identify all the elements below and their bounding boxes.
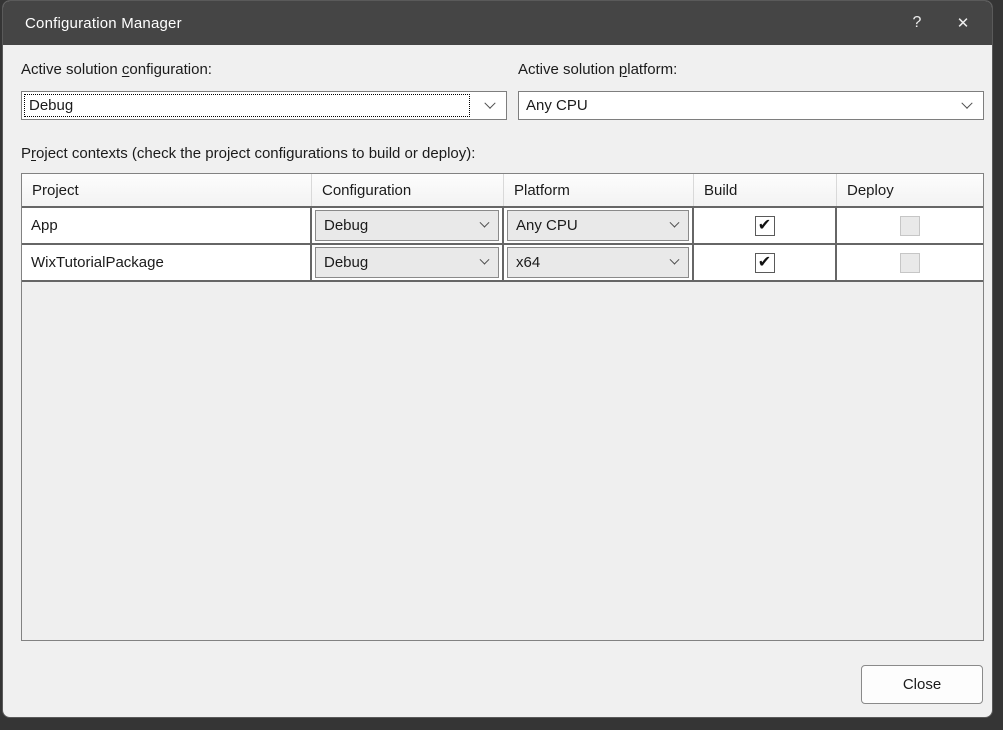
active-solution-configuration-label: Active solution configuration:	[21, 61, 212, 78]
column-header-build[interactable]: Build	[694, 174, 837, 206]
active-solution-configuration-value: Debug	[22, 97, 474, 114]
chevron-down-icon	[479, 255, 489, 265]
window-title: Configuration Manager	[3, 15, 894, 32]
dropdown-button[interactable]	[660, 248, 688, 277]
dropdown-button[interactable]	[470, 248, 498, 277]
chevron-down-icon	[669, 255, 679, 265]
project-name-cell[interactable]: WixTutorialPackage	[22, 245, 312, 280]
project-contexts-label: Project contexts (check the project conf…	[21, 145, 475, 162]
deploy-checkbox	[900, 253, 920, 273]
configuration-cell: Debug	[312, 208, 504, 243]
grid-header-row: Project Configuration Platform Build Dep…	[22, 174, 983, 208]
row-configuration-combobox[interactable]: Debug	[315, 247, 499, 278]
dropdown-button[interactable]	[951, 92, 983, 119]
window-close-button[interactable]: ✕	[940, 1, 986, 45]
project-name-cell[interactable]: App	[22, 208, 312, 243]
active-solution-configuration-combobox[interactable]: Debug	[21, 91, 507, 120]
chevron-down-icon	[669, 218, 679, 228]
deploy-cell	[837, 245, 983, 280]
close-button[interactable]: Close	[861, 665, 983, 704]
table-row: WixTutorialPackage Debug x64 ✔	[22, 245, 983, 282]
row-platform-combobox[interactable]: Any CPU	[507, 210, 689, 241]
column-header-deploy[interactable]: Deploy	[837, 174, 983, 206]
build-cell: ✔	[694, 208, 837, 243]
titlebar: Configuration Manager ? ✕	[3, 1, 992, 45]
chevron-down-icon	[961, 97, 972, 108]
help-button[interactable]: ?	[894, 1, 940, 45]
active-solution-platform-label: Active solution platform:	[518, 61, 677, 78]
dropdown-button[interactable]	[660, 211, 688, 240]
dropdown-button[interactable]	[474, 92, 506, 119]
chevron-down-icon	[484, 97, 495, 108]
active-solution-platform-value: Any CPU	[519, 97, 951, 114]
row-platform-combobox[interactable]: x64	[507, 247, 689, 278]
build-checkbox[interactable]: ✔	[755, 216, 775, 236]
row-configuration-combobox[interactable]: Debug	[315, 210, 499, 241]
chevron-down-icon	[479, 218, 489, 228]
platform-cell: x64	[504, 245, 694, 280]
project-contexts-grid: Project Configuration Platform Build Dep…	[21, 173, 984, 641]
table-row: App Debug Any CPU ✔	[22, 208, 983, 245]
column-header-project[interactable]: Project	[22, 174, 312, 206]
platform-cell: Any CPU	[504, 208, 694, 243]
configuration-manager-dialog: Configuration Manager ? ✕ Active solutio…	[2, 0, 993, 718]
table-empty-area	[22, 282, 983, 637]
configuration-cell: Debug	[312, 245, 504, 280]
column-header-configuration[interactable]: Configuration	[312, 174, 504, 206]
deploy-checkbox	[900, 216, 920, 236]
active-solution-platform-combobox[interactable]: Any CPU	[518, 91, 984, 120]
deploy-cell	[837, 208, 983, 243]
dropdown-button[interactable]	[470, 211, 498, 240]
build-cell: ✔	[694, 245, 837, 280]
build-checkbox[interactable]: ✔	[755, 253, 775, 273]
column-header-platform[interactable]: Platform	[504, 174, 694, 206]
